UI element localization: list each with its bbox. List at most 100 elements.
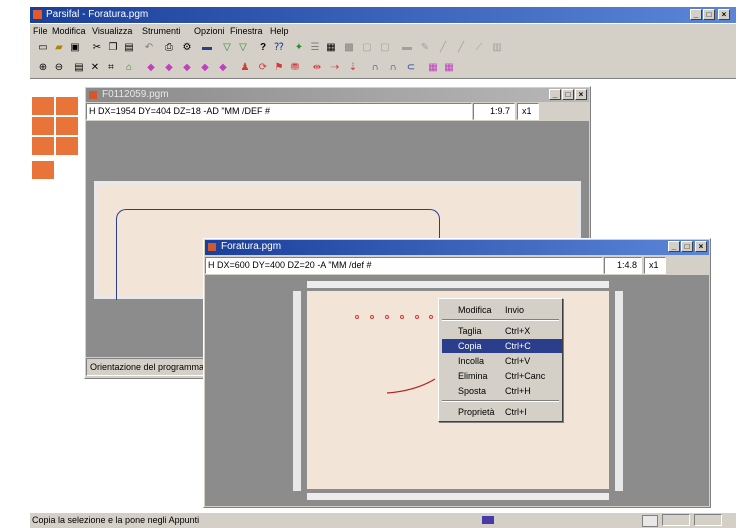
solid-3-icon[interactable]: ◆ — [180, 61, 194, 75]
list-icon[interactable]: ☰ — [308, 41, 322, 55]
tool-icon[interactable]: ⌂ — [122, 61, 136, 75]
window-foratura-titlebar[interactable]: Foratura.pgm _ □ × — [205, 240, 709, 255]
disabled-tool-3-icon[interactable]: ▥ — [490, 41, 504, 55]
window-f0112059-title: F0112059.pgm — [102, 89, 169, 100]
app-minimize-button[interactable]: _ — [690, 9, 702, 20]
context-item-elimina[interactable]: Elimina Ctrl+Canc — [442, 369, 562, 383]
layers-icon[interactable]: ▩ — [342, 41, 356, 55]
arc-1-icon[interactable]: ∩ — [368, 61, 382, 75]
menu-strumenti[interactable]: Strumenti — [142, 24, 181, 38]
window-foratura-close-button[interactable]: × — [695, 241, 707, 252]
layout-icon[interactable]: ▤ — [72, 61, 86, 75]
filter-alt-icon[interactable]: ▽ — [236, 41, 250, 55]
window-f0112059-minimize-button[interactable]: _ — [549, 89, 561, 100]
palette-tool-1-icon[interactable] — [32, 97, 54, 115]
workpiece-top-bar — [307, 281, 609, 288]
menu-opzioni[interactable]: Opzioni — [194, 24, 225, 38]
context-help-icon[interactable]: ⁇ — [272, 41, 286, 55]
palette-tool-2-icon[interactable] — [56, 97, 78, 115]
window-f0112059-status: Orientazione del programma — [86, 358, 206, 376]
menu-file[interactable]: File — [33, 24, 48, 38]
window-foratura-multiplier[interactable]: x1 — [644, 257, 666, 274]
disabled-tool-1-icon[interactable]: ▢ — [360, 41, 374, 55]
palette-tool-7-icon[interactable] — [32, 161, 54, 179]
menu-visualizza[interactable]: Visualizza — [92, 24, 132, 38]
zoom-in-icon[interactable]: ⊕ — [36, 61, 50, 75]
disabled-tool-2-icon[interactable]: ▢ — [378, 41, 392, 55]
window-f0112059-header-field[interactable]: H DX=1954 DY=404 DZ=18 -AD "MM /DEF # — [86, 103, 472, 120]
window-foratura-minimize-button[interactable]: _ — [668, 241, 680, 252]
undo-icon[interactable]: ↶ — [142, 41, 156, 55]
help-icon[interactable]: ? — [256, 41, 270, 55]
monitor-icon[interactable]: ▬ — [200, 41, 214, 55]
filter-icon[interactable]: ▽ — [220, 41, 234, 55]
context-item-incolla[interactable]: Incolla Ctrl+V — [442, 354, 562, 368]
app-maximize-button[interactable]: □ — [703, 9, 715, 20]
drill-hole-2[interactable] — [370, 315, 374, 319]
drill-hole-1[interactable] — [355, 315, 359, 319]
workpiece-left-rail — [293, 291, 301, 491]
window-f0112059-maximize-button[interactable]: □ — [562, 89, 574, 100]
cut-tool-icon[interactable]: ⌗ — [104, 61, 118, 75]
brush-icon[interactable]: ▬ — [400, 41, 414, 55]
grid-icon[interactable]: ▦ — [324, 41, 338, 55]
wizard-icon[interactable]: ✦ — [292, 41, 306, 55]
window-f0112059-header-text: H DX=1954 DY=404 DZ=18 -AD "MM /DEF # — [89, 106, 271, 116]
status-panel-1 — [662, 514, 690, 526]
window-f0112059-multiplier[interactable]: x1 — [517, 103, 539, 120]
arc-2-icon[interactable]: ∩ — [386, 61, 400, 75]
menu-finestra[interactable]: Finestra — [230, 24, 263, 38]
new-file-icon[interactable]: ▭ — [36, 41, 50, 55]
menu-help[interactable]: Help — [270, 24, 289, 38]
pattern-icon[interactable]: ▦ — [426, 61, 440, 75]
axis-y-icon[interactable]: ⇣ — [346, 61, 360, 75]
solid-2-icon[interactable]: ◆ — [162, 61, 176, 75]
copy-icon[interactable]: ❐ — [106, 41, 120, 55]
line-tool-2-icon[interactable]: ╱ — [454, 41, 468, 55]
window-foratura-header-field[interactable]: H DX=600 DY=400 DZ=20 -A "MM /def # — [205, 257, 603, 274]
settings-icon[interactable]: ⚙ — [180, 41, 194, 55]
cut-icon[interactable]: ✂ — [90, 41, 104, 55]
menu-modifica[interactable]: Modifica — [52, 24, 86, 38]
zoom-out-icon[interactable]: ⊖ — [52, 61, 66, 75]
window-f0112059-titlebar[interactable]: F0112059.pgm _ □ × — [86, 88, 589, 102]
drill-hole-3[interactable] — [385, 315, 389, 319]
solid-4-icon[interactable]: ◆ — [198, 61, 212, 75]
open-folder-icon[interactable]: ▰ — [52, 41, 66, 55]
palette-tool-4-icon[interactable] — [56, 117, 78, 135]
save-icon[interactable]: ▣ — [68, 41, 82, 55]
app-close-button[interactable]: × — [718, 9, 730, 20]
window-f0112059-close-button[interactable]: × — [575, 89, 587, 100]
axis-both-icon[interactable]: ⇹ — [310, 61, 324, 75]
drill-hole-5[interactable] — [415, 315, 419, 319]
solid-5-icon[interactable]: ◆ — [216, 61, 230, 75]
palette-tool-3-icon[interactable] — [32, 117, 54, 135]
solid-1-icon[interactable]: ◆ — [144, 61, 158, 75]
palette-tool-6-icon[interactable] — [56, 137, 78, 155]
flag-icon[interactable]: ⚑ — [272, 61, 286, 75]
paste-icon[interactable]: ▤ — [122, 41, 136, 55]
curve-tool-icon[interactable]: ⟋ — [472, 41, 486, 55]
axis-x-icon[interactable]: ⇢ — [328, 61, 342, 75]
drill-hole-4[interactable] — [400, 315, 404, 319]
context-item-copia[interactable]: Copia Ctrl+C — [442, 339, 562, 353]
window-foratura-zoom: 1:4.8 — [604, 257, 642, 274]
pattern-alt-icon[interactable]: ▦ — [442, 61, 456, 75]
context-item-sposta[interactable]: Sposta Ctrl+H — [442, 384, 562, 398]
context-separator — [442, 319, 559, 321]
line-tool-icon[interactable]: ╱ — [436, 41, 450, 55]
palette-tool-5-icon[interactable] — [32, 137, 54, 155]
cross-icon[interactable]: ✕ — [88, 61, 102, 75]
window-foratura-maximize-button[interactable]: □ — [681, 241, 693, 252]
pen-icon[interactable]: ✎ — [418, 41, 432, 55]
app-titlebar: Parsifal - Foratura.pgm _ □ × — [30, 7, 736, 23]
machine-icon[interactable]: ⛃ — [288, 61, 302, 75]
context-item-taglia[interactable]: Taglia Ctrl+X — [442, 324, 562, 338]
drill-hole-6[interactable] — [429, 315, 433, 319]
print-icon[interactable]: ⎙ — [162, 41, 176, 55]
refresh-icon[interactable]: ⟳ — [256, 61, 270, 75]
context-item-modifica[interactable]: Modifica Invio — [442, 303, 562, 317]
arc-3-icon[interactable]: ⊂ — [404, 61, 418, 75]
person-icon[interactable]: ♟ — [238, 61, 252, 75]
context-item-proprieta[interactable]: Proprietà Ctrl+I — [442, 405, 562, 419]
